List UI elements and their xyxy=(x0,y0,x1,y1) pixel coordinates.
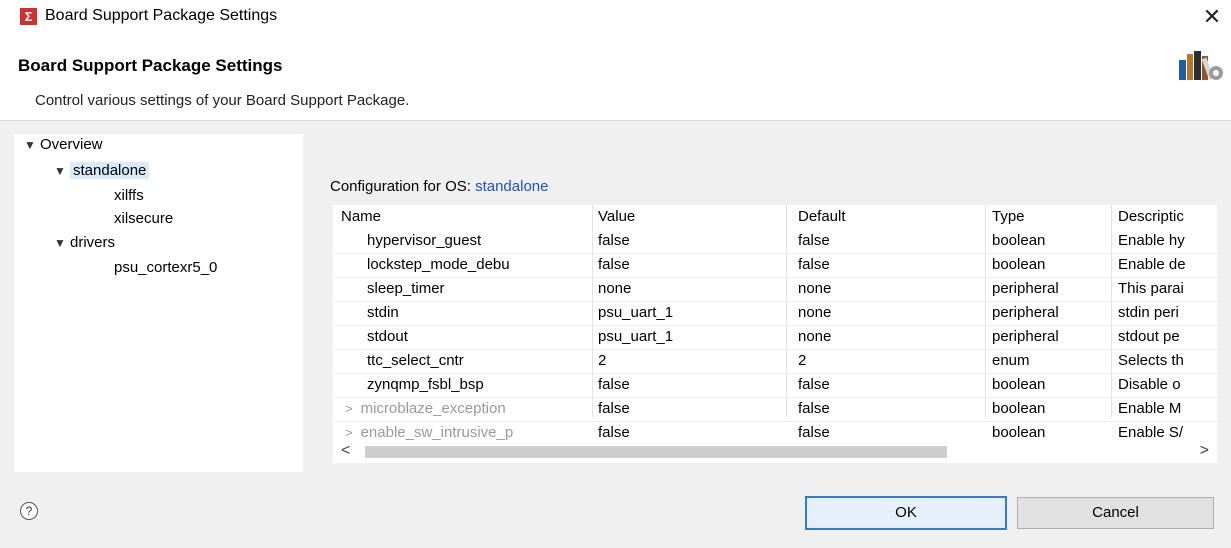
tree-item-psu-cortexr5-0[interactable]: psu_cortexr5_0 xyxy=(114,257,217,279)
horizontal-scrollbar[interactable]: < > xyxy=(333,441,1217,463)
config-heading: Configuration for OS: standalone xyxy=(330,178,548,195)
row-description: This parai xyxy=(1118,280,1184,297)
page-description: Control various settings of your Board S… xyxy=(35,92,410,109)
column-header-description[interactable]: Descriptic xyxy=(1118,205,1217,229)
table-row[interactable]: lockstep_mode_debu false false boolean E… xyxy=(333,253,1217,278)
chevron-down-icon[interactable]: ▼ xyxy=(54,160,70,182)
tree-item-label: psu_cortexr5_0 xyxy=(114,259,218,276)
row-description: stdout pe xyxy=(1118,328,1180,345)
title-bar: Σ Board Support Package Settings ✕ xyxy=(0,0,1231,34)
config-os-name: standalone xyxy=(475,178,549,195)
row-type: peripheral xyxy=(992,280,1059,297)
tree-item-label: xilsecure xyxy=(114,210,174,227)
tree-item-label: xilffs xyxy=(114,187,144,204)
row-description: stdin peri xyxy=(1118,304,1179,321)
row-value[interactable]: false xyxy=(598,229,783,253)
row-default: false xyxy=(798,400,830,417)
close-icon[interactable]: ✕ xyxy=(1199,4,1225,30)
column-header-default[interactable]: Default xyxy=(798,205,983,229)
row-description: Selects th xyxy=(1118,352,1184,369)
table-row[interactable]: stdout psu_uart_1 none peripheral stdout… xyxy=(333,325,1217,350)
row-type: enum xyxy=(992,352,1030,369)
books-gear-icon xyxy=(1179,51,1223,80)
row-value[interactable]: false xyxy=(598,397,783,421)
cancel-button[interactable]: Cancel xyxy=(1017,497,1214,529)
row-name: stdout xyxy=(367,328,408,345)
row-name: stdin xyxy=(367,304,399,321)
row-description: Enable de xyxy=(1118,256,1186,273)
row-name: lockstep_mode_debu xyxy=(367,256,510,273)
table-row[interactable]: ttc_select_cntr 2 2 enum Selects th xyxy=(333,349,1217,374)
dialog-header: Board Support Package Settings Control v… xyxy=(0,34,1231,121)
ok-button[interactable]: OK xyxy=(805,496,1007,530)
window-title: Board Support Package Settings xyxy=(45,7,278,24)
xilinx-logo-icon: Σ xyxy=(20,8,37,25)
table-row[interactable]: sleep_timer none none peripheral This pa… xyxy=(333,277,1217,302)
chevron-down-icon[interactable]: ▼ xyxy=(24,134,40,156)
row-name: sleep_timer xyxy=(367,280,445,297)
row-value[interactable]: false xyxy=(598,373,783,397)
page-title: Board Support Package Settings xyxy=(18,56,283,75)
tree-item-xilsecure[interactable]: xilsecure xyxy=(114,208,173,230)
row-name: hypervisor_guest xyxy=(367,232,482,249)
row-default: 2 xyxy=(798,352,807,369)
row-default: false xyxy=(798,376,830,393)
table-row[interactable]: hypervisor_guest false false boolean Ena… xyxy=(333,229,1217,254)
row-value[interactable]: psu_uart_1 xyxy=(598,325,783,349)
config-prefix: Configuration for OS: xyxy=(330,178,471,195)
row-name: enable_sw_intrusive_p xyxy=(360,424,514,441)
row-type: peripheral xyxy=(992,304,1059,321)
tree-item-xilffs[interactable]: xilffs xyxy=(114,185,144,207)
row-name: microblaze_exception xyxy=(360,400,506,417)
chevron-down-icon[interactable]: ▼ xyxy=(54,232,70,254)
settings-tree: ▼ Overview ▼ standalone xilffs xilsecure ▼… xyxy=(14,134,303,472)
chevron-right-icon[interactable]: > xyxy=(345,401,353,416)
scroll-left-icon[interactable]: < xyxy=(341,442,350,460)
row-value[interactable]: false xyxy=(598,253,783,277)
row-default: none xyxy=(798,280,832,297)
row-type: boolean xyxy=(992,232,1046,249)
row-value[interactable]: psu_uart_1 xyxy=(598,301,783,325)
scroll-right-icon[interactable]: > xyxy=(1200,442,1209,460)
row-default: false xyxy=(798,232,830,249)
row-type: boolean xyxy=(992,376,1046,393)
table-row[interactable]: > microblaze_exception false false boolea… xyxy=(333,397,1217,422)
row-value[interactable]: none xyxy=(598,277,783,301)
tree-item-label: drivers xyxy=(70,234,116,251)
column-header-type[interactable]: Type xyxy=(992,205,1110,229)
table-row[interactable]: stdin psu_uart_1 none peripheral stdin p… xyxy=(333,301,1217,326)
row-default: none xyxy=(798,328,832,345)
row-description: Enable hy xyxy=(1118,232,1185,249)
tree-item-drivers[interactable]: ▼ drivers xyxy=(54,232,115,254)
row-name: zynqmp_fsbl_bsp xyxy=(367,376,484,393)
chevron-right-icon[interactable]: > xyxy=(345,425,353,440)
tree-item-label: standalone xyxy=(70,162,150,179)
tree-item-standalone[interactable]: ▼ standalone xyxy=(54,160,150,182)
row-type: peripheral xyxy=(992,328,1059,345)
row-description: Enable M xyxy=(1118,400,1182,417)
row-default: none xyxy=(798,304,832,321)
tree-item-overview[interactable]: ▼ Overview xyxy=(24,134,103,156)
row-default: false xyxy=(798,256,830,273)
row-type: boolean xyxy=(992,400,1046,417)
row-value[interactable]: 2 xyxy=(598,349,783,373)
scrollbar-track[interactable] xyxy=(365,446,1187,458)
row-description: Disable o xyxy=(1118,376,1181,393)
column-header-value[interactable]: Value xyxy=(598,205,783,229)
scrollbar-thumb[interactable] xyxy=(365,446,947,458)
table-row[interactable]: zynqmp_fsbl_bsp false false boolean Disa… xyxy=(333,373,1217,398)
table-header: Name Value Default Type Descriptic xyxy=(333,205,1217,229)
row-type: boolean xyxy=(992,256,1046,273)
row-name: ttc_select_cntr xyxy=(367,352,464,369)
tree-item-label: Overview xyxy=(40,136,103,153)
column-header-name[interactable]: Name xyxy=(333,205,598,229)
help-icon[interactable]: ? xyxy=(20,502,38,520)
settings-table: Name Value Default Type Descriptic hyper… xyxy=(333,205,1217,463)
